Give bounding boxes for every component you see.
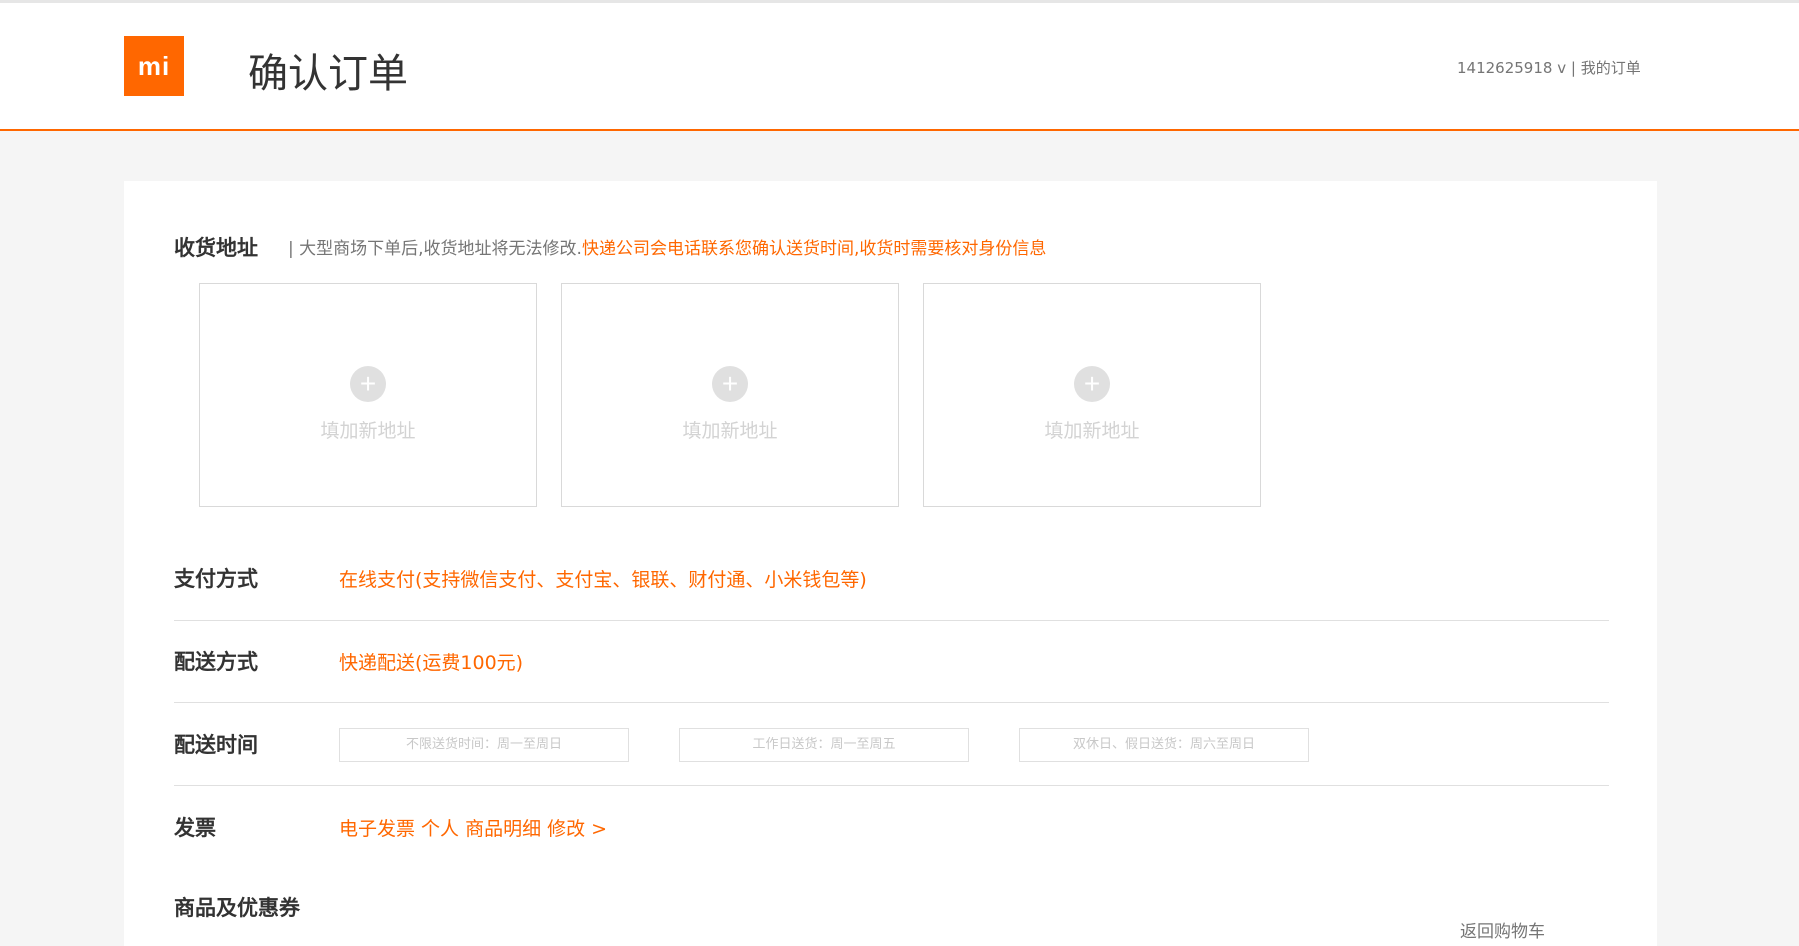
add-address-label: 填加新地址: [1044, 420, 1140, 442]
plus-icon: +: [712, 366, 748, 402]
header: mi 确认订单 1412625918 v | 我的订单: [0, 3, 1799, 131]
delivery-time-option-weekday[interactable]: 工作日送货：周一至周五: [679, 728, 969, 762]
payment-method[interactable]: 在线支付(支持微信支付、支付宝、银联、财付通、小米钱包等): [339, 565, 867, 592]
user-menu-caret-icon[interactable]: v: [1557, 59, 1566, 77]
invoice-label: 发票: [174, 816, 216, 840]
user-area: 1412625918 v | 我的订单: [1457, 57, 1641, 78]
back-to-cart-link[interactable]: 返回购物车: [1460, 917, 1545, 942]
shipping-label: 配送方式: [174, 650, 258, 674]
address-hint-highlight: 快递公司会电话联系您确认送货时间,收货时需要核对身份信息: [581, 239, 1047, 259]
delivery-time-option-any[interactable]: 不限送货时间：周一至周日: [339, 728, 629, 762]
header-separator: |: [1570, 59, 1576, 77]
order-form: 收货地址 | 大型商场下单后,收货地址将无法修改.快递公司会电话联系您确认送货时…: [124, 181, 1657, 946]
divider: [174, 702, 1609, 703]
add-address-card[interactable]: + 填加新地址: [923, 283, 1261, 507]
divider: [174, 785, 1609, 786]
add-address-card[interactable]: + 填加新地址: [199, 283, 537, 507]
page-title: 确认订单: [248, 51, 408, 97]
mi-logo[interactable]: mi: [124, 36, 184, 96]
address-hint: | 大型商场下单后,收货地址将无法修改.快递公司会电话联系您确认送货时间,收货时…: [288, 234, 1046, 259]
delivery-time-option-weekend[interactable]: 双休日、假日送货：周六至周日: [1019, 728, 1309, 762]
my-orders-link[interactable]: 我的订单: [1581, 59, 1641, 77]
user-id[interactable]: 1412625918: [1457, 59, 1552, 77]
goods-coupons-label: 商品及优惠券: [174, 896, 300, 920]
plus-icon: +: [1074, 366, 1110, 402]
payment-label: 支付方式: [174, 567, 258, 591]
delivery-time-label: 配送时间: [174, 733, 258, 757]
add-address-card[interactable]: + 填加新地址: [561, 283, 899, 507]
divider: [174, 620, 1609, 621]
add-address-label: 填加新地址: [320, 420, 416, 442]
invoice-edit-link[interactable]: 电子发票 个人 商品明细 修改 >: [339, 814, 607, 841]
shipping-method[interactable]: 快递配送(运费100元): [339, 648, 523, 675]
address-hint-text: | 大型商场下单后,收货地址将无法修改.: [288, 239, 582, 259]
plus-icon: +: [350, 366, 386, 402]
address-label: 收货地址: [174, 236, 258, 260]
add-address-label: 填加新地址: [682, 420, 778, 442]
